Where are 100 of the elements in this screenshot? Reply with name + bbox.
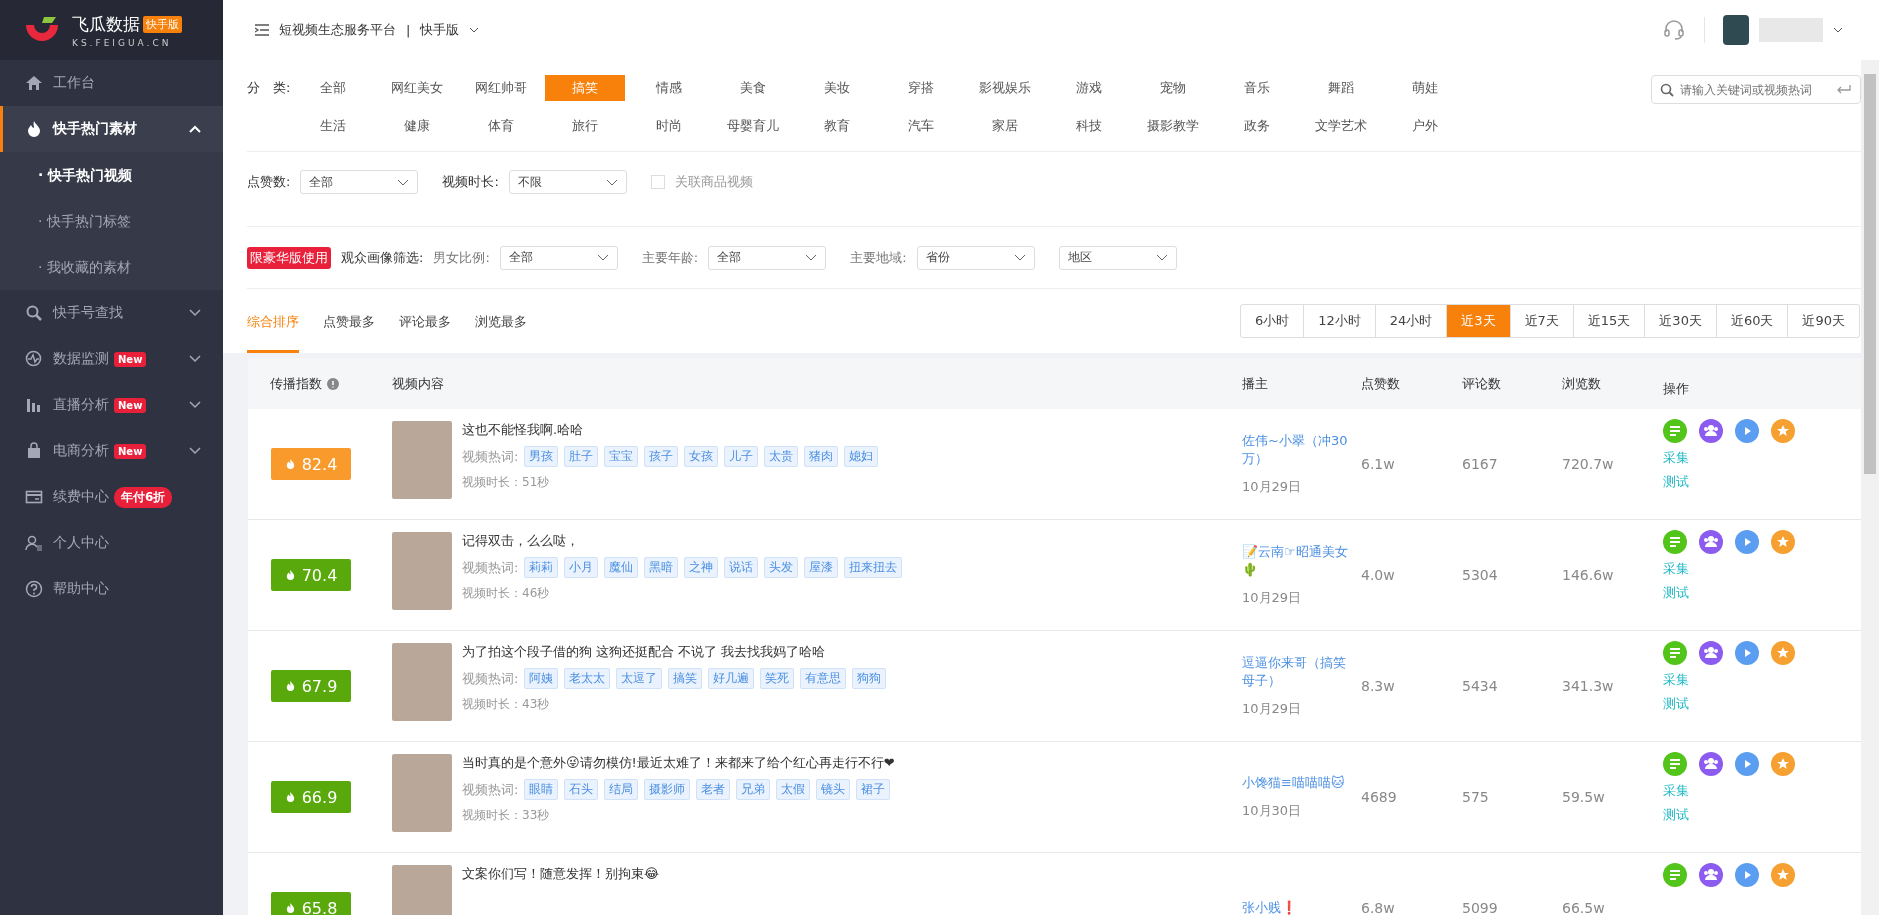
list-icon[interactable] (1663, 641, 1687, 665)
keyword-tag[interactable]: 太贵 (764, 446, 799, 467)
category-option[interactable]: 影视娱乐 (967, 75, 1043, 101)
category-option[interactable]: 全部 (308, 75, 358, 101)
keyword-tag[interactable]: 有意思 (800, 668, 847, 689)
keyword-tag[interactable]: 摄影师 (644, 779, 691, 800)
video-title[interactable]: 这也不能怪我啊.哈哈 (462, 421, 879, 439)
keyword-tag[interactable]: 孩子 (644, 446, 679, 467)
list-icon[interactable] (1663, 752, 1687, 776)
keyword-tag[interactable]: 猪肉 (804, 446, 839, 467)
keyword-tag[interactable]: 说话 (724, 557, 759, 578)
checkbox[interactable] (650, 175, 665, 189)
video-title[interactable]: 为了拍这个段子借的狗 这狗还挺配合 不说了 我去找我妈了哈哈 (462, 643, 887, 661)
dropdown[interactable]: 地区 (1058, 245, 1177, 270)
nav-subitem[interactable]: · 快手热门视频 (0, 152, 223, 198)
category-option[interactable]: 生活 (308, 113, 358, 139)
keyword-tag[interactable]: 老者 (696, 779, 731, 800)
category-option[interactable]: 汽车 (896, 113, 946, 139)
category-option[interactable]: 政务 (1232, 113, 1282, 139)
category-option[interactable]: 母婴育儿 (715, 113, 791, 139)
category-option[interactable]: 时尚 (644, 113, 694, 139)
category-option[interactable]: 舞蹈 (1316, 75, 1366, 101)
nav-item[interactable]: 帮助中心 (0, 566, 223, 612)
author-link[interactable]: 📝云南☞昭通美女🌵 (1242, 542, 1355, 580)
video-title[interactable]: 当时真的是个意外😜请勿模仿!最近太难了！来都来了给个红心再走行不行❤ (462, 754, 895, 772)
caret-icon[interactable] (1833, 27, 1843, 33)
category-option[interactable]: 萌娃 (1400, 75, 1450, 101)
users-icon[interactable] (1699, 752, 1723, 776)
category-option[interactable]: 穿搭 (896, 75, 946, 101)
category-option[interactable]: 宠物 (1148, 75, 1198, 101)
keyword-tag[interactable]: 搞笑 (668, 668, 703, 689)
keyword-tag[interactable]: 眼睛 (524, 779, 559, 800)
play-icon[interactable] (1735, 641, 1759, 665)
nav-item[interactable]: 电商分析 New (0, 428, 223, 474)
category-option[interactable]: 健康 (392, 113, 442, 139)
users-icon[interactable] (1699, 419, 1723, 443)
nav-item[interactable]: 工作台 (0, 60, 223, 106)
time-range-option[interactable]: 近60天 (1715, 305, 1788, 337)
play-icon[interactable] (1735, 419, 1759, 443)
author-link[interactable]: 佐伟~小翠（冲30万） (1242, 431, 1355, 469)
keyword-tag[interactable]: 兄弟 (736, 779, 771, 800)
list-icon[interactable] (1663, 530, 1687, 554)
keyword-tag[interactable]: 太逗了 (616, 668, 663, 689)
category-option[interactable]: 文学艺术 (1303, 113, 1379, 139)
nav-item[interactable]: 快手热门素材 (0, 106, 223, 152)
users-icon[interactable] (1699, 863, 1723, 887)
nav-item[interactable]: 快手号查找 (0, 290, 223, 336)
keyword-tag[interactable]: 肚子 (564, 446, 599, 467)
category-option[interactable]: 网红帅哥 (463, 75, 539, 101)
video-title[interactable]: 文案你们写！随意发挥！别拘束😂 (462, 865, 660, 883)
keyword-tag[interactable]: 笑死 (760, 668, 795, 689)
time-range-option[interactable]: 近90天 (1787, 305, 1859, 337)
category-option[interactable]: 体育 (476, 113, 526, 139)
keyword-tag[interactable]: 儿子 (724, 446, 759, 467)
nav-subitem[interactable]: · 快手热门标签 (0, 198, 223, 244)
category-option[interactable]: 情感 (644, 75, 694, 101)
category-option[interactable]: 户外 (1400, 113, 1450, 139)
author-link[interactable]: 小馋猫≡喵喵喵🐱 (1242, 773, 1345, 793)
keyword-tag[interactable]: 太假 (776, 779, 811, 800)
time-range-option[interactable]: 6小时 (1240, 305, 1304, 337)
dropdown[interactable]: 全部 (708, 245, 827, 270)
avatar[interactable] (1723, 15, 1749, 45)
list-icon[interactable] (1663, 419, 1687, 443)
nav-item[interactable]: 个人中心 (0, 520, 223, 566)
keyword-tag[interactable]: 头发 (764, 557, 799, 578)
play-icon[interactable] (1735, 530, 1759, 554)
time-range-option[interactable]: 近7天 (1509, 305, 1573, 337)
keyword-tag[interactable]: 石头 (564, 779, 599, 800)
keyword-tag[interactable]: 黑暗 (644, 557, 679, 578)
author-link[interactable]: 逗逼你来哥（搞笑母子） (1242, 653, 1355, 691)
category-option[interactable]: 网红美女 (379, 75, 455, 101)
dropdown[interactable]: 全部 (300, 170, 419, 194)
dropdown[interactable]: 不限 (508, 170, 627, 194)
keyword-tag[interactable]: 莉莉 (524, 557, 559, 578)
category-option[interactable]: 摄影教学 (1135, 113, 1211, 139)
scrollbar[interactable] (1861, 60, 1879, 915)
keyword-tag[interactable]: 老太太 (564, 668, 611, 689)
keyword-tag[interactable]: 狗狗 (852, 668, 887, 689)
users-icon[interactable] (1699, 530, 1723, 554)
video-title[interactable]: 记得双击，么么哒， (462, 532, 903, 550)
keyword-tag[interactable]: 屋漆 (804, 557, 839, 578)
list-icon[interactable] (1663, 863, 1687, 887)
keyword-tag[interactable]: 小月 (564, 557, 599, 578)
keyword-tag[interactable]: 宝宝 (604, 446, 639, 467)
category-option[interactable]: 美食 (728, 75, 778, 101)
keyword-tag[interactable]: 魔仙 (604, 557, 639, 578)
keyword-tag[interactable]: 好几遍 (708, 668, 755, 689)
keyword-tag[interactable]: 男孩 (524, 446, 559, 467)
keyword-tag[interactable]: 裙子 (856, 779, 891, 800)
play-icon[interactable] (1735, 863, 1759, 887)
keyword-tag[interactable]: 女孩 (684, 446, 719, 467)
category-option[interactable]: 家居 (980, 113, 1030, 139)
time-range-option[interactable]: 12小时 (1303, 305, 1375, 337)
category-option[interactable]: 教育 (812, 113, 862, 139)
category-option[interactable]: 音乐 (1232, 75, 1282, 101)
time-range-option[interactable]: 近15天 (1572, 305, 1645, 337)
category-option[interactable]: 美妆 (812, 75, 862, 101)
category-option[interactable]: 科技 (1064, 113, 1114, 139)
sort-tab[interactable]: 点赞最多 (323, 289, 375, 353)
nav-subitem[interactable]: · 我收藏的素材 (0, 244, 223, 290)
